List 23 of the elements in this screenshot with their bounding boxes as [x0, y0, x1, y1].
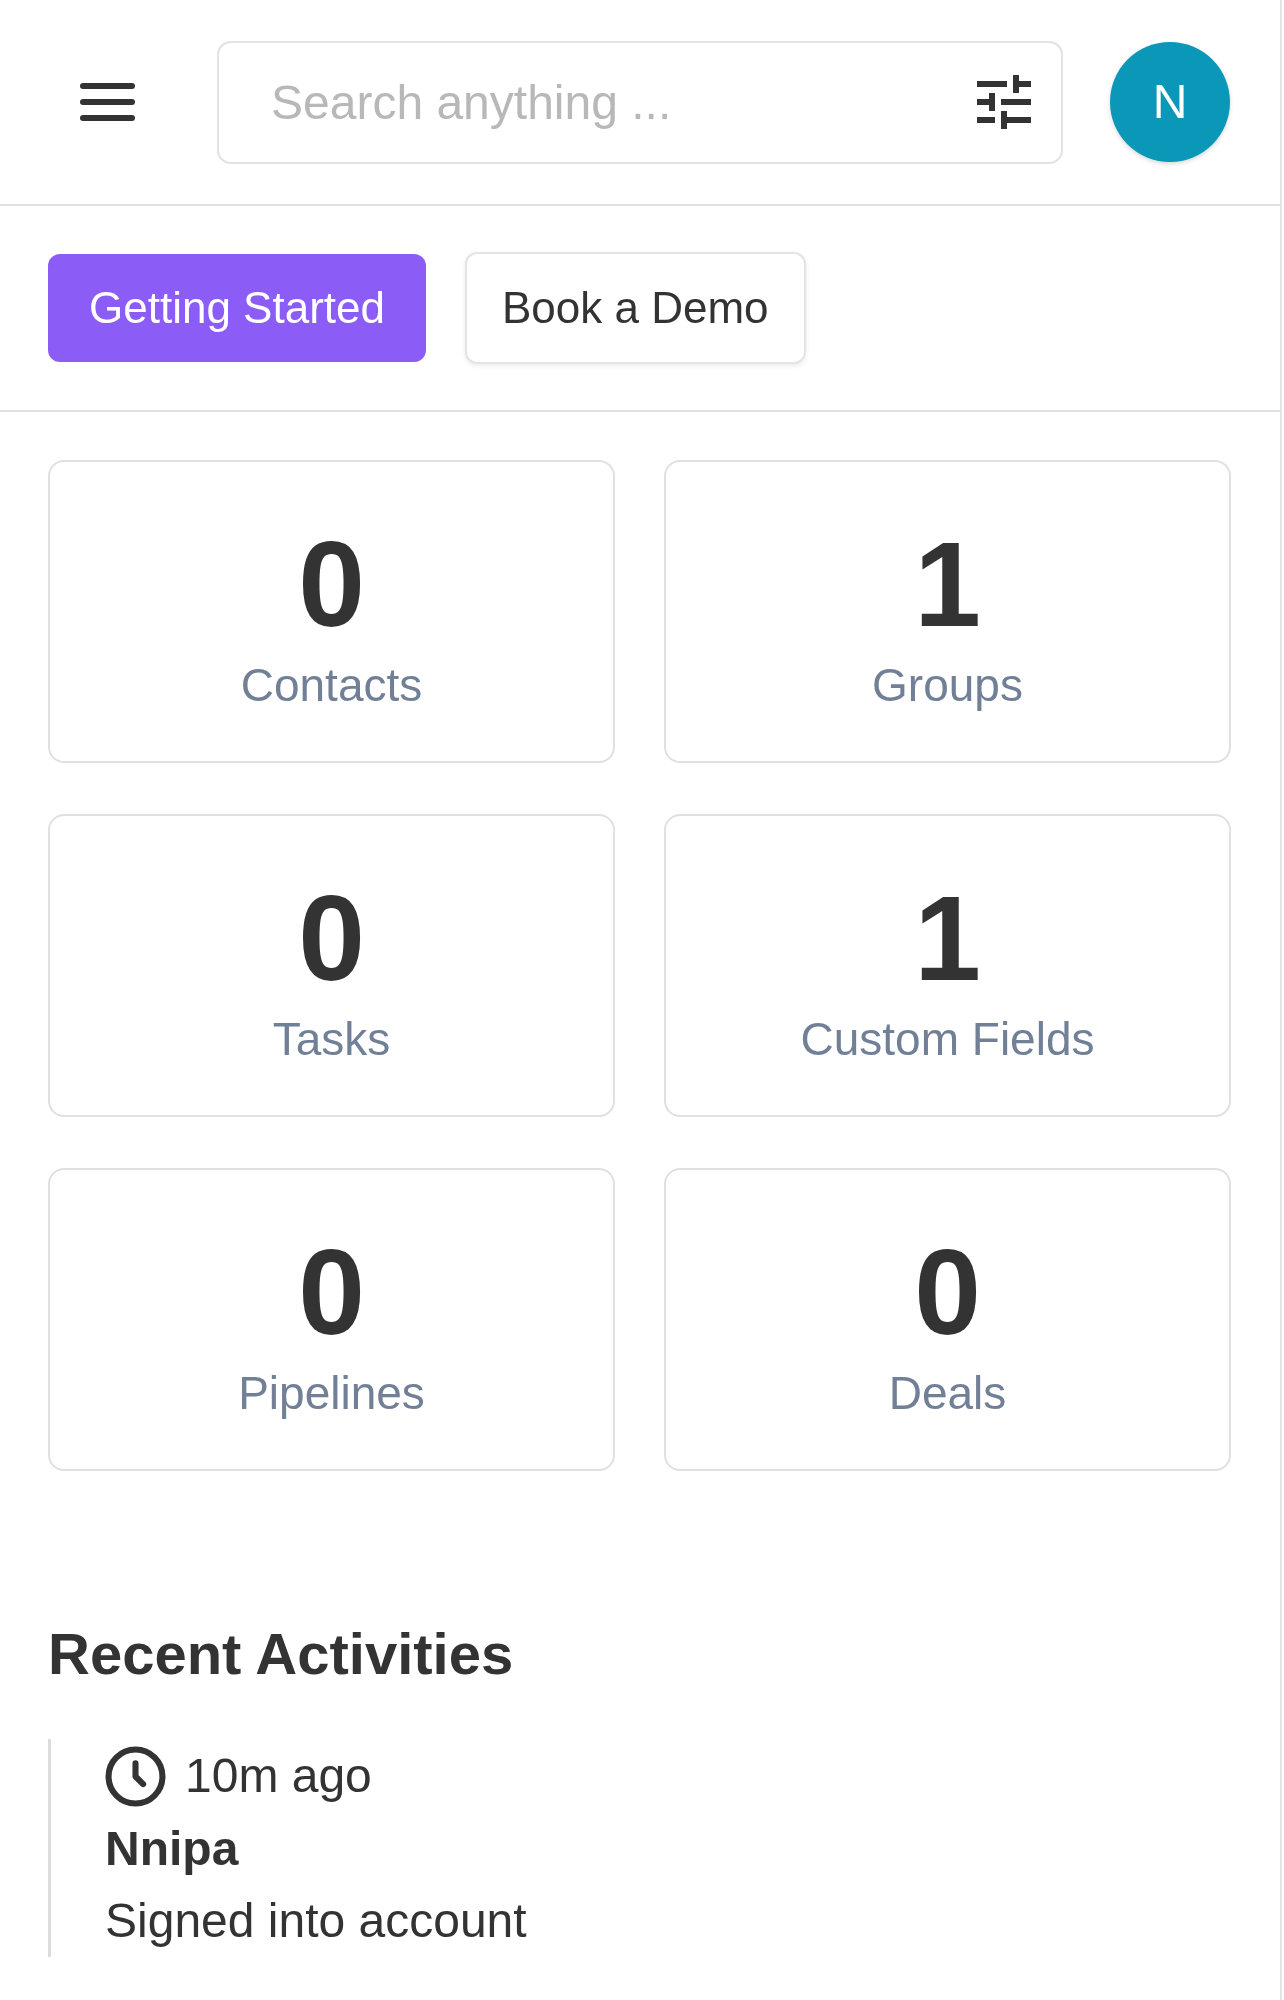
stat-label: Groups	[871, 658, 1024, 713]
activity-user: Nnipa	[105, 1821, 239, 1877]
stat-value: 0	[297, 870, 366, 1007]
activity-description: Signed into account	[105, 1893, 527, 1949]
search-field[interactable]: Search anything ...	[217, 40, 1063, 164]
clock-icon	[105, 1745, 166, 1807]
section-heading: Recent Activities	[48, 1620, 514, 1688]
filter-sliders-icon[interactable]	[977, 74, 1031, 129]
stat-label: Contacts	[239, 658, 424, 713]
avatar[interactable]: N	[1110, 42, 1230, 162]
stat-value: 0	[297, 1224, 366, 1361]
stat-label: Custom Fields	[799, 1012, 1096, 1067]
action-button[interactable]: Getting Started	[48, 254, 426, 362]
activity-time: 10m ago	[185, 1748, 372, 1804]
stat-value: 1	[913, 516, 982, 653]
stat-value: 1	[913, 870, 982, 1007]
stat-value: 0	[297, 516, 366, 653]
menu-icon[interactable]	[80, 83, 135, 121]
stat-label: Deals	[887, 1366, 1008, 1421]
stat-label: Tasks	[271, 1012, 392, 1067]
action-button[interactable]: Book a Demo	[464, 252, 806, 364]
stat-value: 0	[913, 1224, 982, 1361]
stat-label: Pipelines	[237, 1366, 426, 1421]
